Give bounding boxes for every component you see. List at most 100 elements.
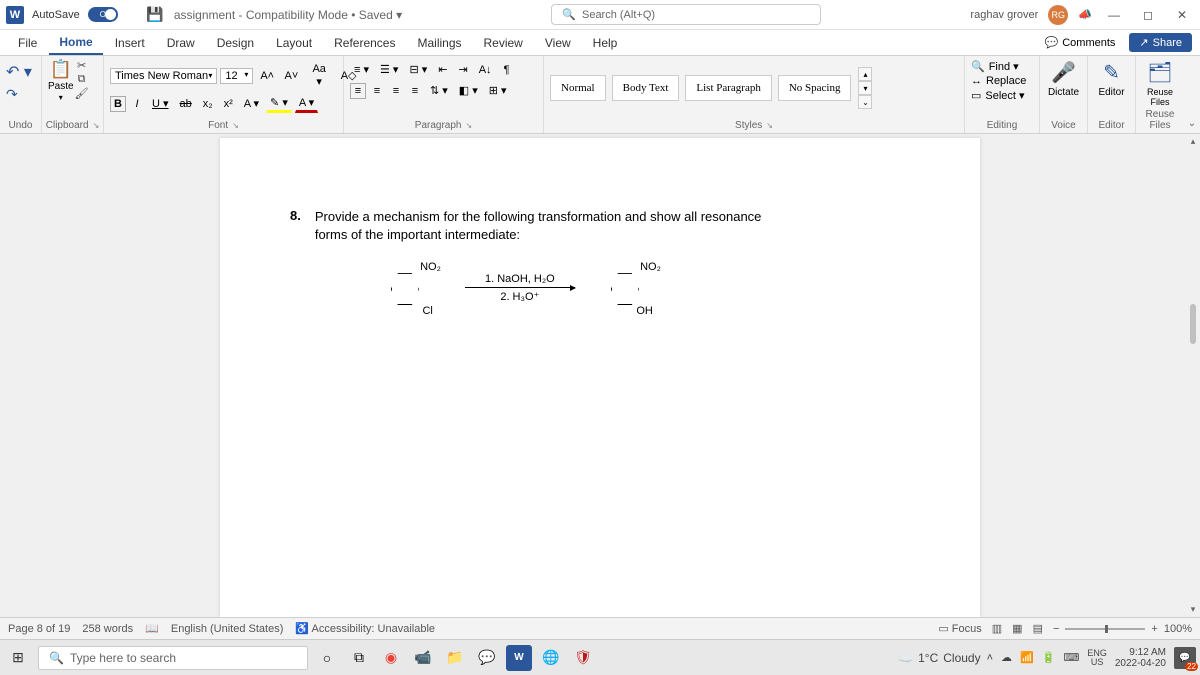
autosave-toggle[interactable]: AutoSave On — [32, 7, 136, 22]
zoom-control[interactable]: − + 100% — [1053, 623, 1192, 635]
spell-check-icon[interactable]: 📖 — [145, 622, 159, 635]
text-effects-button[interactable]: A ▾ — [240, 95, 263, 112]
styles-launcher-icon[interactable]: ↘ — [766, 121, 773, 130]
find-button[interactable]: 🔍Find ▾ — [971, 60, 1019, 73]
styles-up-icon[interactable]: ▴ — [858, 67, 872, 81]
superscript-button[interactable]: x² — [220, 96, 237, 112]
tab-home[interactable]: Home — [49, 31, 102, 55]
coming-soon-icon[interactable]: 📣 — [1078, 8, 1092, 21]
zoom-out-icon[interactable]: − — [1053, 623, 1059, 635]
task-view-icon[interactable]: ⧉ — [346, 645, 372, 671]
battery-icon[interactable]: 🔋 — [1042, 651, 1056, 664]
focus-mode-button[interactable]: ▭ Focus — [938, 622, 981, 635]
change-case-button[interactable]: Aa ▾ — [305, 61, 334, 90]
weather-widget[interactable]: ☁️ 1°C Cloudy — [898, 651, 980, 665]
decrease-indent-button[interactable]: ⇤ — [434, 61, 451, 78]
styles-more-icon[interactable]: ⌄ — [858, 95, 872, 109]
input-icon[interactable]: ⌨ — [1063, 651, 1079, 664]
numbering-button[interactable]: ☰ ▾ — [376, 61, 402, 78]
align-left-button[interactable]: ≡ — [350, 83, 366, 99]
minimize-button[interactable]: — — [1102, 8, 1126, 22]
comments-button[interactable]: 💬 Comments — [1037, 33, 1124, 52]
zoom-in-icon[interactable]: + — [1151, 623, 1157, 635]
maximize-button[interactable]: ◻ — [1136, 8, 1160, 22]
zoom-level[interactable]: 100% — [1164, 623, 1192, 635]
tab-help[interactable]: Help — [583, 32, 628, 54]
collapse-ribbon-icon[interactable]: ⌄ — [1188, 118, 1196, 129]
clock[interactable]: 9:12 AM 2022-04-20 — [1115, 647, 1166, 669]
increase-indent-button[interactable]: ⇥ — [454, 61, 471, 78]
language-indicator[interactable]: English (United States) — [171, 623, 284, 635]
wifi-icon[interactable]: 📶 — [1020, 651, 1034, 664]
tab-mailings[interactable]: Mailings — [407, 32, 471, 54]
italic-button[interactable]: I — [129, 96, 145, 112]
copy-icon[interactable]: ⧉ — [75, 73, 89, 86]
save-icon[interactable]: 💾 — [146, 6, 163, 23]
tab-design[interactable]: Design — [207, 32, 264, 54]
word-taskbar-icon[interactable]: W — [506, 645, 532, 671]
document-title[interactable]: assignment - Compatibility Mode • Saved … — [174, 8, 402, 22]
user-avatar[interactable]: RG — [1048, 5, 1068, 25]
print-layout-icon[interactable]: ▦ — [1012, 622, 1022, 635]
replace-button[interactable]: ↔Replace — [971, 75, 1026, 87]
page[interactable]: 8. Provide a mechanism for the following… — [220, 138, 980, 617]
grow-font-button[interactable]: A˄ — [256, 68, 277, 84]
mcafee-icon[interactable]: 🛡 — [570, 645, 596, 671]
word-count[interactable]: 258 words — [82, 623, 133, 635]
bold-button[interactable]: B — [110, 96, 126, 112]
close-button[interactable]: ✕ — [1170, 8, 1194, 22]
style-normal[interactable]: Normal — [550, 75, 606, 101]
clipboard-launcher-icon[interactable]: ↘ — [93, 121, 100, 130]
reuse-files-icon[interactable]: 🗂 — [1147, 60, 1172, 85]
subscript-button[interactable]: x₂ — [199, 96, 217, 112]
highlight-button[interactable]: ✎ ▾ — [266, 94, 292, 113]
align-right-button[interactable]: ≡ — [388, 83, 404, 99]
browser-icon[interactable]: 🌐 — [538, 645, 564, 671]
style-body-text[interactable]: Body Text — [612, 75, 680, 101]
tab-view[interactable]: View — [535, 32, 581, 54]
tab-file[interactable]: File — [8, 32, 47, 54]
accessibility-status[interactable]: ♿ Accessibility: Unavailable — [295, 622, 435, 635]
onedrive-icon[interactable]: ☁ — [1001, 651, 1012, 664]
shrink-font-button[interactable]: A˅ — [281, 68, 302, 84]
dictate-icon[interactable]: 🎤 — [1051, 60, 1076, 85]
read-mode-icon[interactable]: ▥ — [992, 622, 1002, 635]
tray-expand-icon[interactable]: ˄ — [987, 652, 993, 664]
multilevel-button[interactable]: ⊟ ▾ — [405, 61, 431, 78]
tab-layout[interactable]: Layout — [266, 32, 322, 54]
sort-button[interactable]: A↓ — [475, 62, 496, 78]
select-button[interactable]: ▭Select ▾ — [971, 89, 1025, 102]
borders-button[interactable]: ⊞ ▾ — [485, 82, 511, 99]
document-area[interactable]: 8. Provide a mechanism for the following… — [0, 134, 1200, 617]
teams-icon[interactable]: 📹 — [410, 645, 436, 671]
strike-button[interactable]: ab — [176, 96, 196, 112]
page-indicator[interactable]: Page 8 of 19 — [8, 623, 70, 635]
scroll-up-icon[interactable]: ▴ — [1191, 136, 1196, 147]
notifications-icon[interactable]: 💬22 — [1174, 647, 1196, 669]
tab-insert[interactable]: Insert — [105, 32, 155, 54]
font-launcher-icon[interactable]: ↘ — [232, 121, 239, 130]
style-list-paragraph[interactable]: List Paragraph — [685, 75, 771, 101]
bullets-button[interactable]: ≡ ▾ — [350, 61, 373, 78]
styles-down-icon[interactable]: ▾ — [858, 81, 872, 95]
format-painter-icon[interactable]: 🖌 — [75, 87, 89, 100]
tab-draw[interactable]: Draw — [157, 32, 205, 54]
share-button[interactable]: ↗ Share — [1129, 33, 1192, 52]
chrome-icon[interactable]: ◉ — [378, 645, 404, 671]
show-marks-button[interactable]: ¶ — [499, 62, 515, 78]
web-layout-icon[interactable]: ▤ — [1033, 622, 1043, 635]
underline-button[interactable]: U ▾ — [148, 95, 173, 112]
style-no-spacing[interactable]: No Spacing — [778, 75, 852, 101]
line-spacing-button[interactable]: ⇅ ▾ — [426, 82, 452, 99]
font-name-select[interactable]: Times New Roman▾ — [110, 68, 217, 84]
justify-button[interactable]: ≡ — [407, 83, 423, 99]
language-switcher[interactable]: ENGUS — [1087, 649, 1107, 667]
file-explorer-icon[interactable]: 📁 — [442, 645, 468, 671]
editor-icon[interactable]: ✎ — [1103, 60, 1120, 85]
font-color-button[interactable]: A ▾ — [295, 94, 318, 113]
whatsapp-icon[interactable]: 💬 — [474, 645, 500, 671]
zoom-slider[interactable] — [1065, 628, 1145, 630]
cortana-icon[interactable]: ○ — [314, 645, 340, 671]
taskbar-search[interactable]: 🔍 Type here to search — [38, 646, 308, 670]
cut-icon[interactable]: ✂ — [75, 59, 89, 72]
